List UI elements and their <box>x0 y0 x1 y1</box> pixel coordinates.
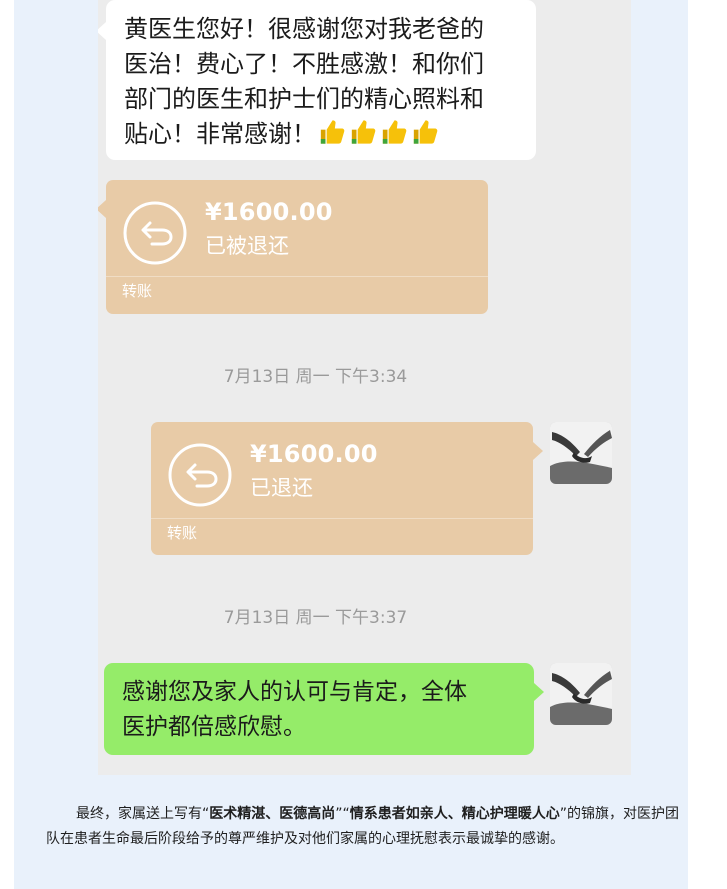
sent-message-bubble: 感谢您及家人的认可与肯定，全体 医护都倍感欣慰。 <box>104 663 544 755</box>
received-message-bubble: 黄医生您好！很感谢您对我老爸的 医治！费心了！不胜感激！和你们 部门的医生和护士… <box>98 0 536 160</box>
thumbs-up-icon <box>351 120 376 144</box>
return-arrow-icon <box>168 443 232 507</box>
thumbs-up-icon <box>382 120 407 144</box>
transfer-divider <box>106 276 488 277</box>
transfer-divider <box>151 518 533 519</box>
transfer-label: 转账 <box>122 282 153 300</box>
transfer-card-returned[interactable]: ¥1600.00 已被退还 转账 <box>98 180 488 314</box>
article-caption: 最终，家属送上写有“医术精湛、医德高尚”“情系患者如亲人、精心护理暖人心”的锦旗… <box>46 802 686 852</box>
transfer-amount: ¥1600.00 <box>250 440 378 468</box>
sent-message-text: 感谢您及家人的认可与肯定，全体 医护都倍感欣慰。 <box>122 679 467 740</box>
thumbs-up-icon <box>320 120 345 144</box>
thumbs-up-icon <box>413 120 438 144</box>
caption-bold-phrase: 情系患者如亲人、精心护理暖人心 <box>349 806 560 822</box>
avatar[interactable] <box>550 422 612 484</box>
timestamp: 7月13日 周一 下午3:37 <box>223 608 408 628</box>
timestamp: 7月13日 周一 下午3:34 <box>223 367 408 387</box>
return-arrow-icon <box>123 201 187 265</box>
chat-screenshot: 黄医生您好！很感谢您对我老爸的 医治！费心了！不胜感激！和你们 部门的医生和护士… <box>98 0 631 775</box>
transfer-status: 已被退还 <box>205 234 289 258</box>
hands-avatar-icon <box>550 422 612 484</box>
caption-bold-phrase: 医术精湛、医德高尚 <box>209 806 336 822</box>
caption-text: 最终，家属送上写有“ <box>76 806 210 822</box>
transfer-label: 转账 <box>167 524 198 542</box>
avatar[interactable] <box>550 663 612 725</box>
transfer-card-sent-returned[interactable]: ¥1600.00 已退还 转账 <box>151 422 543 555</box>
article-panel: 黄医生您好！很感谢您对我老爸的 医治！费心了！不胜感激！和你们 部门的医生和护士… <box>14 0 688 889</box>
hands-avatar-icon <box>550 663 612 725</box>
caption-text: ”“ <box>335 806 350 822</box>
transfer-amount: ¥1600.00 <box>205 198 333 226</box>
transfer-status: 已退还 <box>250 476 313 500</box>
thumbs-up-emojis <box>316 117 440 152</box>
